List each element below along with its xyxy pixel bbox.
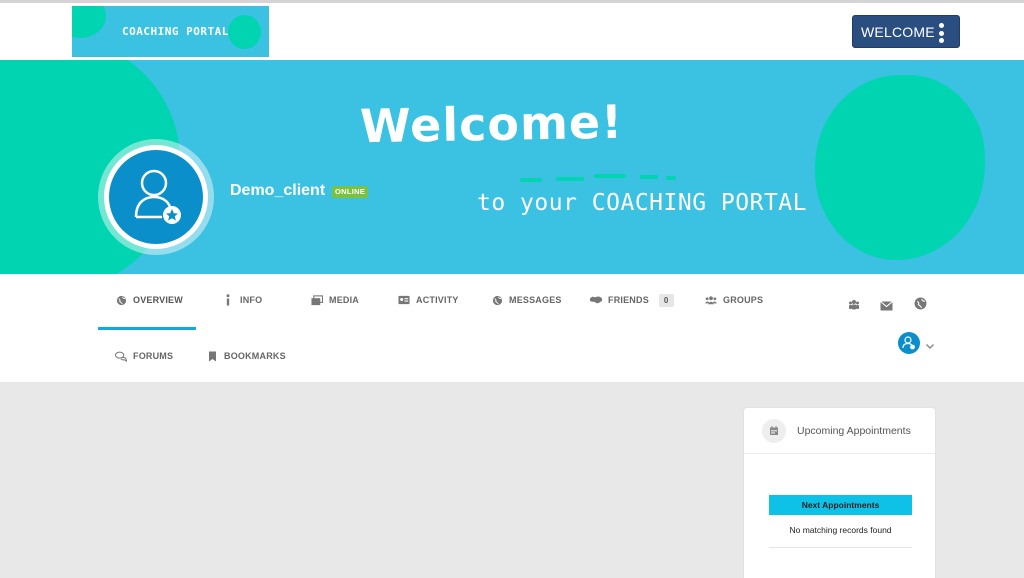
tab-activity[interactable]: ACTIVITY: [398, 290, 459, 310]
online-status-badge: ONLINE: [332, 186, 369, 198]
info-icon: [222, 294, 234, 306]
appointments-empty-row: No matching records found: [769, 517, 912, 548]
globe-icon: [491, 294, 503, 306]
decorative-dash: [666, 176, 676, 180]
users-icon[interactable]: [848, 298, 862, 312]
calendar-icon: [762, 419, 786, 443]
profile-avatar[interactable]: [104, 145, 208, 249]
cover-banner: Welcome! to your COACHING PORTAL Demo_cl…: [0, 60, 1024, 274]
user-avatar-menu[interactable]: [898, 332, 920, 354]
site-header: COACHING PORTAL WELCOME: [0, 3, 1024, 60]
decorative-dash: [640, 175, 658, 179]
tab-media[interactable]: MEDIA: [311, 290, 359, 310]
banner-headline: Welcome!: [359, 94, 624, 154]
tab-label: FRIENDS: [608, 295, 649, 305]
decorative-blob: [815, 75, 985, 260]
tab-label: FORUMS: [133, 351, 174, 361]
logo-blob: [228, 15, 261, 49]
logo-blob: [72, 6, 106, 38]
site-logo[interactable]: COACHING PORTAL: [72, 6, 269, 57]
globe-icon[interactable]: [914, 297, 928, 311]
tab-label: INFO: [240, 295, 263, 305]
handshake-icon: [590, 294, 602, 306]
decorative-dash: [594, 174, 626, 178]
decorative-dash: [556, 177, 584, 181]
banner-subline: to your COACHING PORTAL: [477, 190, 807, 216]
welcome-menu-button[interactable]: WELCOME: [852, 15, 960, 48]
kebab-menu-icon: [939, 23, 945, 43]
tab-label: MESSAGES: [509, 295, 562, 305]
tab-forums[interactable]: FORUMS: [115, 346, 173, 366]
friends-count-badge: 0: [658, 293, 674, 307]
upcoming-appointments-widget: Upcoming Appointments Next Appointments …: [743, 407, 936, 578]
widget-header: Upcoming Appointments: [744, 408, 935, 454]
widget-title: Upcoming Appointments: [797, 425, 911, 437]
welcome-button-label: WELCOME: [861, 24, 935, 40]
tab-label: BOOKMARKS: [224, 351, 286, 361]
tab-label: ACTIVITY: [416, 295, 459, 305]
tab-info[interactable]: INFO: [222, 290, 262, 310]
media-icon: [311, 294, 323, 306]
main-content: Upcoming Appointments Next Appointments …: [0, 382, 1024, 578]
appointments-table-header: Next Appointments: [769, 495, 912, 515]
tab-label: MEDIA: [329, 295, 359, 305]
users-icon: [705, 294, 717, 306]
tab-groups[interactable]: GROUPS: [705, 290, 763, 310]
user-icon: [902, 336, 915, 350]
tab-label: GROUPS: [723, 295, 764, 305]
id-card-icon: [398, 294, 410, 306]
decorative-dash: [520, 178, 542, 182]
mail-icon[interactable]: [880, 298, 894, 312]
active-tab-indicator: [98, 327, 196, 330]
user-star-icon: [134, 169, 181, 224]
tab-bookmarks[interactable]: BOOKMARKS: [206, 346, 286, 366]
profile-username: Demo_client: [230, 182, 326, 199]
globe-icon: [115, 294, 127, 306]
tab-label: OVERVIEW: [133, 295, 183, 305]
logo-text: COACHING PORTAL: [122, 25, 229, 38]
profile-nav: OVERVIEW INFO MEDIA ACTIVITY MESSAGES FR…: [0, 274, 1024, 382]
chevron-down-icon[interactable]: [925, 337, 935, 355]
tab-friends[interactable]: FRIENDS 0: [590, 290, 674, 310]
tab-messages[interactable]: MESSAGES: [491, 290, 562, 310]
tab-overview[interactable]: OVERVIEW: [115, 290, 183, 310]
bookmark-icon: [206, 350, 218, 362]
chat-icon: [115, 350, 127, 362]
